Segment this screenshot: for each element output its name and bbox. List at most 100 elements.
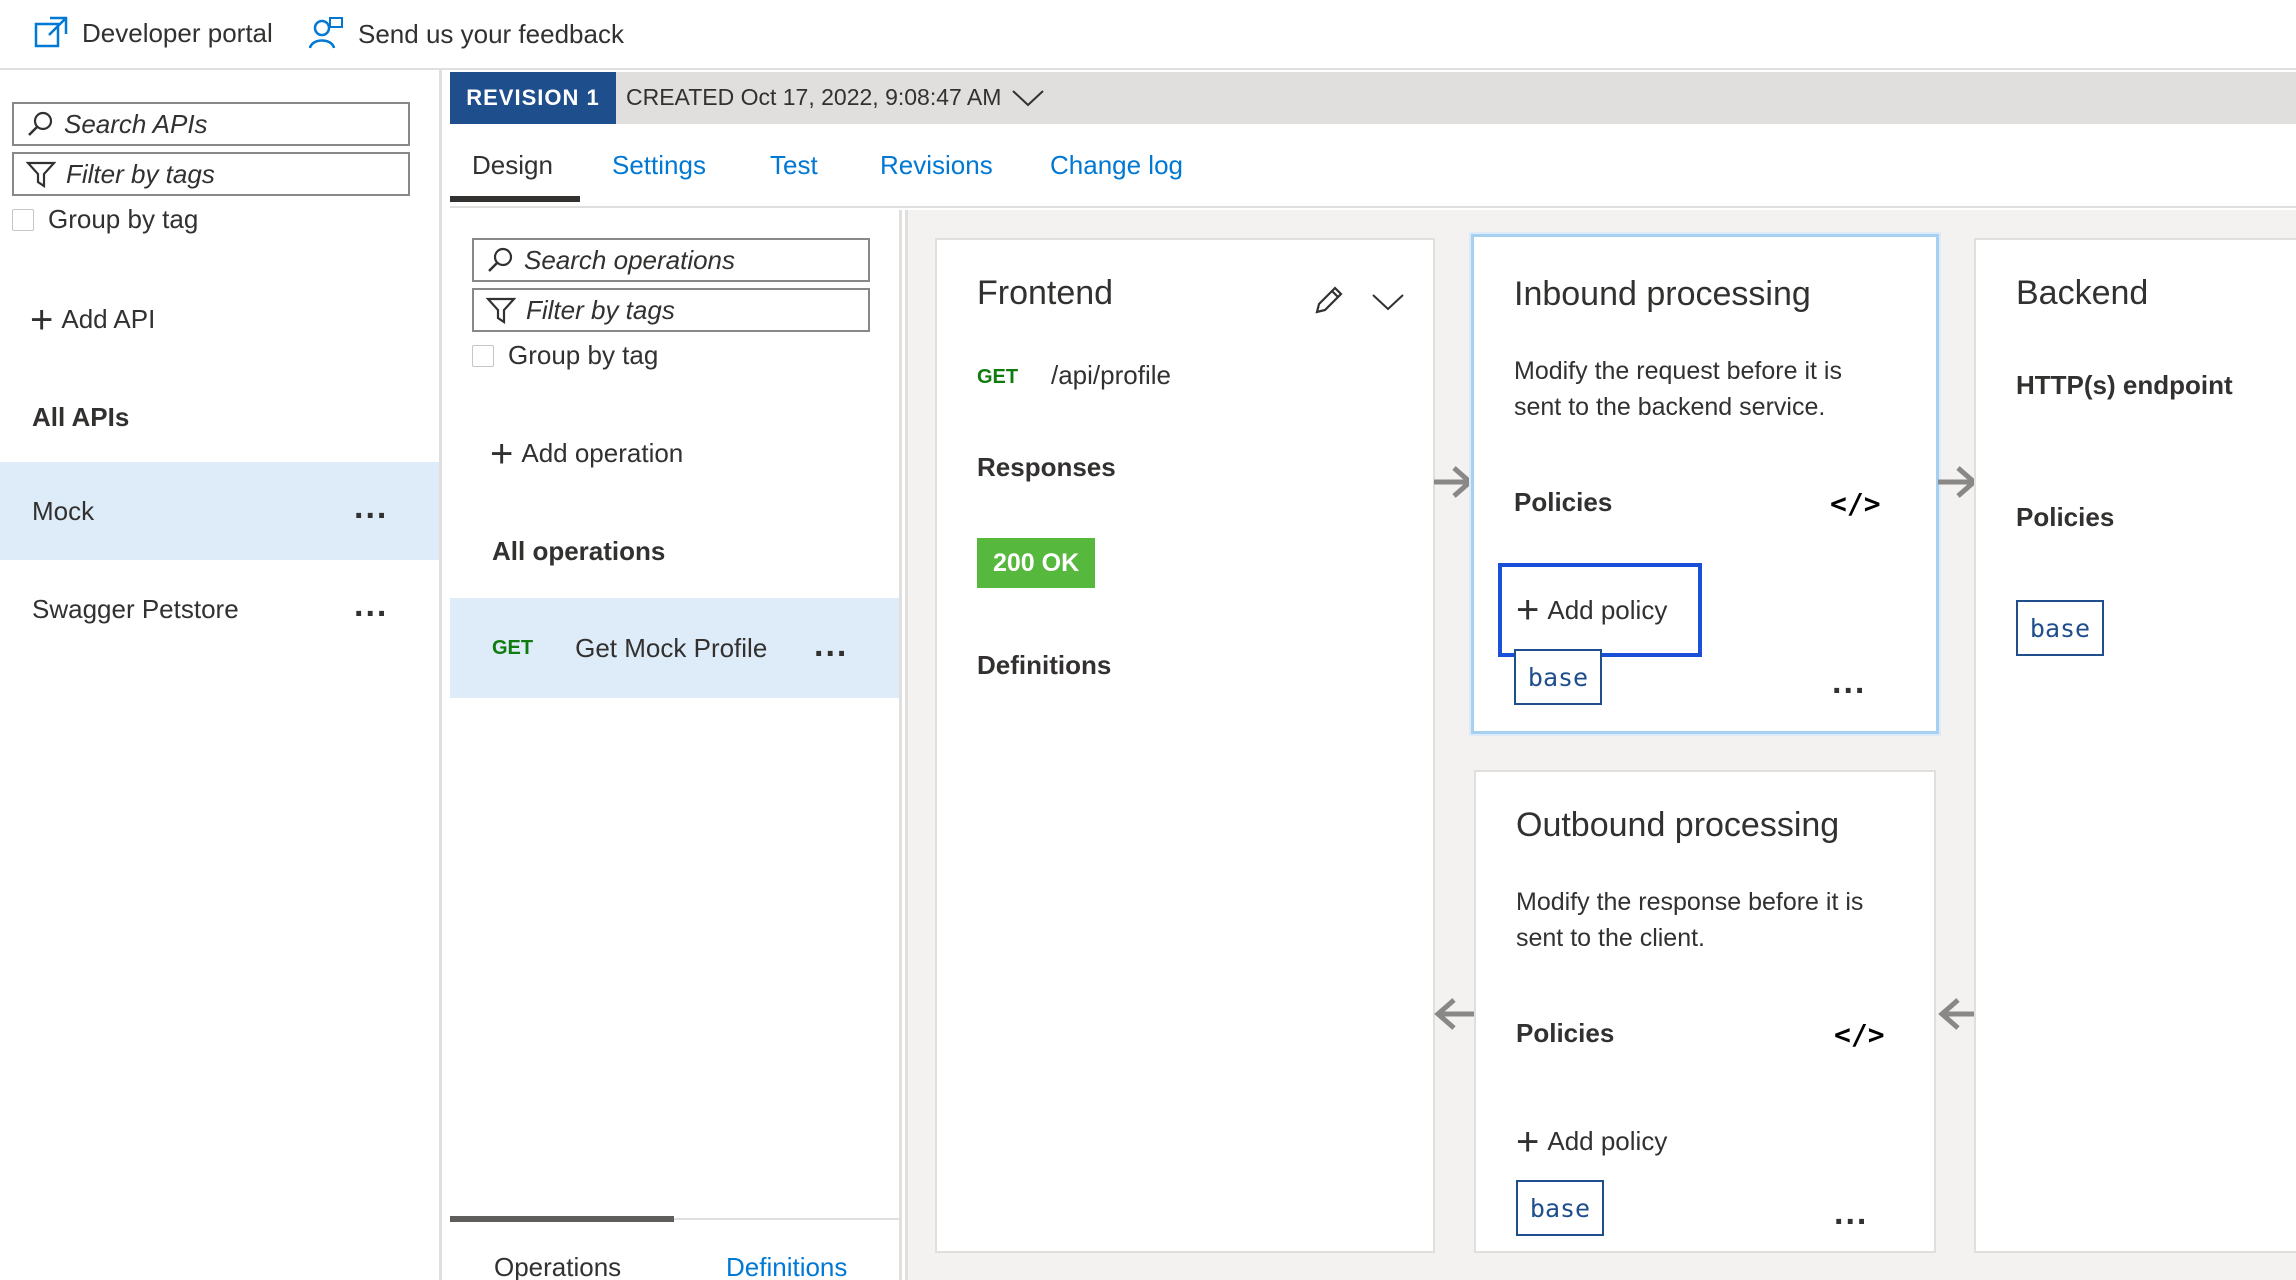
- outbound-description-line: sent to the client.: [1516, 924, 1706, 952]
- all-operations-heading: All operations: [492, 536, 666, 566]
- api-sidebar: Search APIs Filter by tags Group by tag …: [0, 70, 442, 1280]
- backend-title: Backend: [2016, 274, 2149, 312]
- search-icon: [486, 246, 514, 274]
- top-bar: Developer portal Send us your feedback: [0, 0, 2296, 70]
- operation-path: /api/profile: [1051, 360, 1171, 390]
- outbound-add-policy-button[interactable]: + Add policy: [1516, 1119, 1667, 1164]
- filter-operations-placeholder: Filter by tags: [526, 294, 675, 325]
- search-operations-input[interactable]: Search operations: [472, 238, 870, 282]
- frontend-title: Frontend: [977, 274, 1114, 312]
- status-badge[interactable]: 200 OK: [977, 538, 1096, 588]
- api-item-swagger-petstore[interactable]: Swagger Petstore ...: [0, 560, 439, 658]
- chevron-down-icon[interactable]: [1371, 292, 1405, 312]
- add-api-label: Add API: [61, 304, 156, 334]
- frontend-card: Frontend GET /api/profile Responses 200 …: [935, 238, 1435, 1253]
- more-icon[interactable]: ...: [1832, 665, 1866, 699]
- group-by-tag-checkbox[interactable]: Group by tag: [472, 340, 658, 371]
- outbound-processing-card[interactable]: Outbound processing Modify the response …: [1474, 770, 1936, 1253]
- revision-created[interactable]: CREATED Oct 17, 2022, 9:08:47 AM: [626, 84, 1045, 111]
- developer-portal-label: Developer portal: [82, 17, 273, 48]
- filter-icon: [26, 160, 56, 188]
- filter-apis-placeholder: Filter by tags: [66, 158, 215, 189]
- design-tabs: Design Settings Test Revisions Change lo…: [450, 124, 2296, 208]
- tab-change-log[interactable]: Change log: [1050, 150, 1183, 181]
- tab-design[interactable]: Design: [472, 150, 553, 181]
- plus-icon: +: [1516, 588, 1540, 632]
- filter-apis-input[interactable]: Filter by tags: [12, 152, 410, 196]
- more-icon[interactable]: ...: [354, 588, 388, 622]
- add-policy-label: Add policy: [1547, 594, 1668, 625]
- definitions-heading: Definitions: [977, 650, 1112, 680]
- responses-heading: Responses: [977, 452, 1116, 482]
- filter-icon: [486, 296, 516, 324]
- operations-bottom-tabs: Operations Definitions: [450, 1216, 899, 1280]
- operations-panel: Search operations Filter by tags Group b…: [450, 210, 902, 1280]
- filter-operations-input[interactable]: Filter by tags: [472, 288, 870, 332]
- inbound-add-policy-button[interactable]: + Add policy: [1498, 563, 1702, 657]
- checkbox-box[interactable]: [12, 208, 34, 231]
- inbound-processing-card[interactable]: Inbound processing Modify the request be…: [1471, 234, 1939, 734]
- arrow-right-icon: [1432, 464, 1476, 505]
- search-operations-placeholder: Search operations: [524, 244, 736, 275]
- feedback-icon: [308, 16, 344, 52]
- inbound-description-line: Modify the request before it is: [1514, 357, 1842, 385]
- plus-icon: +: [1516, 1119, 1540, 1164]
- inbound-base-policy[interactable]: base: [1514, 649, 1602, 705]
- code-view-icon[interactable]: </>: [1834, 1018, 1885, 1051]
- group-by-tag-label: Group by tag: [508, 340, 659, 370]
- operation-name: Get Mock Profile: [575, 632, 768, 663]
- plus-icon: +: [490, 431, 514, 476]
- inbound-title: Inbound processing: [1514, 275, 1811, 313]
- outbound-base-policy[interactable]: base: [1516, 1180, 1604, 1236]
- backend-policies-heading: Policies: [2016, 502, 2115, 532]
- outbound-description-line: Modify the response before it is: [1516, 888, 1864, 916]
- revision-bar: REVISION 1 CREATED Oct 17, 2022, 9:08:47…: [450, 72, 2296, 124]
- add-operation-label: Add operation: [521, 438, 684, 468]
- inbound-policies-heading: Policies: [1514, 487, 1613, 517]
- code-view-icon[interactable]: </>: [1830, 487, 1881, 520]
- chevron-down-icon: [1011, 88, 1045, 108]
- checkbox-box[interactable]: [472, 344, 494, 367]
- all-apis-heading: All APIs: [32, 402, 130, 432]
- tab-test[interactable]: Test: [770, 150, 818, 181]
- more-icon[interactable]: ...: [1834, 1196, 1868, 1230]
- active-bottom-tab-indicator: [450, 1216, 674, 1222]
- add-api-button[interactable]: + Add API: [30, 297, 156, 342]
- api-name: Mock: [32, 495, 95, 526]
- inbound-description-line: sent to the backend service.: [1514, 393, 1826, 421]
- revision-badge[interactable]: REVISION 1: [450, 72, 616, 124]
- method-badge: GET: [492, 636, 534, 659]
- backend-card[interactable]: Backend HTTP(s) endpoint Policies base: [1974, 238, 2296, 1253]
- external-link-icon: [34, 16, 68, 50]
- group-by-tag-checkbox[interactable]: Group by tag: [12, 204, 198, 235]
- feedback-label: Send us your feedback: [358, 18, 624, 49]
- pencil-icon[interactable]: [1313, 284, 1345, 316]
- search-apis-placeholder: Search APIs: [64, 108, 208, 139]
- group-by-tag-label: Group by tag: [48, 204, 199, 234]
- more-icon[interactable]: ...: [354, 490, 388, 524]
- backend-base-policy[interactable]: base: [2016, 600, 2104, 656]
- feedback-link[interactable]: Send us your feedback: [308, 16, 624, 52]
- outbound-title: Outbound processing: [1516, 806, 1840, 844]
- outbound-policies-heading: Policies: [1516, 1018, 1615, 1048]
- api-name: Swagger Petstore: [32, 593, 239, 624]
- tab-definitions[interactable]: Definitions: [726, 1252, 847, 1280]
- operation-item-get-mock-profile[interactable]: GET Get Mock Profile ...: [450, 598, 899, 698]
- design-canvas: Frontend GET /api/profile Responses 200 …: [905, 210, 2296, 1280]
- search-icon: [26, 110, 54, 138]
- tab-settings[interactable]: Settings: [612, 150, 706, 181]
- search-apis-input[interactable]: Search APIs: [12, 102, 410, 146]
- active-tab-indicator: [450, 196, 580, 202]
- plus-icon: +: [30, 297, 54, 342]
- add-operation-button[interactable]: + Add operation: [490, 431, 684, 476]
- backend-endpoint: HTTP(s) endpoint: [2016, 370, 2233, 400]
- arrow-left-icon: [1432, 996, 1476, 1037]
- more-icon[interactable]: ...: [814, 628, 848, 662]
- inbound-description: Modify the request before it is sent to …: [1514, 353, 1842, 425]
- tab-operations[interactable]: Operations: [494, 1252, 621, 1280]
- method-badge: GET: [977, 366, 1019, 388]
- developer-portal-link[interactable]: Developer portal: [34, 16, 273, 50]
- revision-created-label: CREATED Oct 17, 2022, 9:08:47 AM: [626, 84, 1002, 110]
- api-item-mock[interactable]: Mock ...: [0, 462, 439, 560]
- tab-revisions[interactable]: Revisions: [880, 150, 993, 181]
